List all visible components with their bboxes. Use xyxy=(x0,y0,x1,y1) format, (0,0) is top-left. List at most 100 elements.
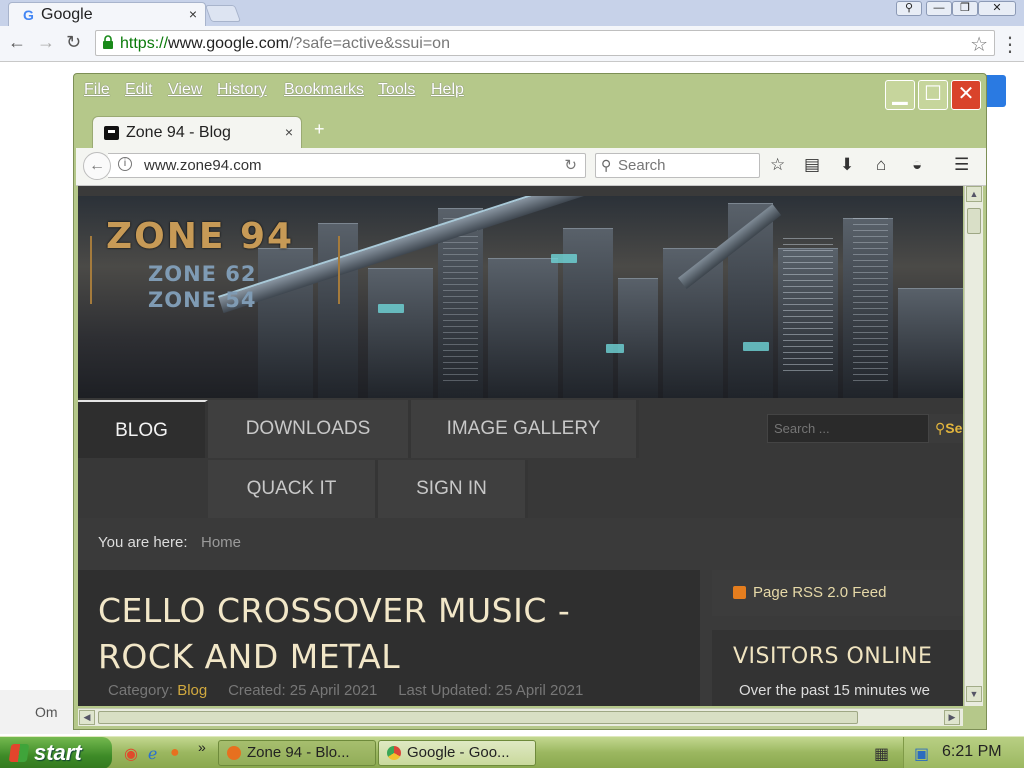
chrome-address-bar[interactable]: https://www.google.com/?safe=active&ssui… xyxy=(95,30,995,56)
bookmark-star-icon[interactable]: ☆ xyxy=(970,32,988,57)
scroll-down-arrow-icon[interactable]: ▼ xyxy=(966,686,982,702)
menu-edit[interactable]: Edit xyxy=(125,81,153,99)
firefox-search-box[interactable]: ⚲ xyxy=(595,153,760,178)
site-logo[interactable]: ZONE 94 xyxy=(106,216,294,257)
info-icon[interactable]: i xyxy=(118,157,132,171)
site-banner: ZONE 94 ZONE 62 ZONE 54 xyxy=(78,196,963,398)
site-search-input[interactable] xyxy=(768,415,928,442)
scroll-up-arrow-icon[interactable]: ▲ xyxy=(966,186,982,202)
firefox-url-text: www.zone94.com xyxy=(144,157,262,174)
start-button[interactable]: start xyxy=(0,737,112,768)
horizontal-scroll-thumb[interactable] xyxy=(98,711,858,724)
download-icon[interactable]: ⬇ xyxy=(840,155,854,175)
chrome-minimize-button[interactable]: — xyxy=(926,1,952,16)
menu-view[interactable]: View xyxy=(168,81,202,99)
ie-quicklaunch-icon[interactable]: ℯ xyxy=(148,744,157,764)
menu-help[interactable]: Help xyxy=(431,81,464,99)
nav-quack-it[interactable]: QUACK IT xyxy=(208,460,378,518)
google-favicon-icon: G xyxy=(23,7,34,23)
firefox-minimize-button[interactable]: ▁ xyxy=(885,80,915,110)
chrome-tab-title: Google xyxy=(41,6,93,23)
home-icon[interactable]: ⌂ xyxy=(876,155,886,175)
rss-feed-link[interactable]: Page RSS 2.0 Feed xyxy=(753,584,886,601)
firefox-search-input[interactable] xyxy=(618,156,756,175)
vertical-scrollbar[interactable]: ▲ ▼ xyxy=(964,186,983,706)
chrome-close-button[interactable]: ✕ xyxy=(978,1,1016,16)
firefox-tab-close-icon[interactable]: × xyxy=(285,124,293,140)
vertical-scroll-thumb[interactable] xyxy=(967,208,981,234)
pocket-icon[interactable]: ◒ xyxy=(912,155,922,175)
start-button-label: start xyxy=(34,740,82,765)
back-arrow-icon[interactable]: ← xyxy=(8,32,26,53)
hamburger-menu-icon[interactable]: ☰ xyxy=(954,155,969,175)
taskbar-item-label: Google - Goo... xyxy=(407,744,510,761)
scroll-left-arrow-icon[interactable]: ◀ xyxy=(79,710,95,725)
firefox-new-tab-button[interactable]: + xyxy=(314,119,325,140)
firefox-tab-zone94[interactable]: Zone 94 - Blog × xyxy=(92,116,302,150)
menu-bookmarks[interactable]: Bookmarks xyxy=(284,81,364,99)
site-search-box[interactable] xyxy=(767,414,929,443)
reload-icon[interactable]: ↻ xyxy=(564,156,577,174)
chrome-profile-icon[interactable]: ⚲ xyxy=(896,1,922,16)
nav-blog[interactable]: BLOG xyxy=(78,400,208,458)
menu-file[interactable]: File xyxy=(84,81,110,99)
site-search-button-label: Se xyxy=(945,420,963,436)
forward-arrow-icon[interactable]: → xyxy=(37,32,55,53)
menu-tools[interactable]: Tools xyxy=(378,81,415,99)
reading-list-icon[interactable]: ▤ xyxy=(804,155,820,175)
taskbar-item-firefox[interactable]: Zone 94 - Blo... xyxy=(218,740,376,766)
article-title[interactable]: CELLO CROSSOVER MUSIC - ROCK AND METAL xyxy=(98,588,658,680)
created-date: Created: 25 April 2021 xyxy=(228,682,378,699)
chrome-new-tab-button[interactable] xyxy=(204,5,242,22)
rss-icon xyxy=(733,586,746,599)
chrome-restore-button[interactable]: ❐ xyxy=(952,1,978,16)
breadcrumb: You are here: Home xyxy=(78,518,963,570)
google-footer: Om xyxy=(0,690,80,734)
zone94-favicon-icon xyxy=(104,126,119,140)
nav-sign-in[interactable]: SIGN IN xyxy=(378,460,528,518)
scroll-right-arrow-icon[interactable]: ▶ xyxy=(944,710,960,725)
taskbar-item-label: Zone 94 - Blo... xyxy=(247,744,350,761)
chrome-url-text: https://www.google.com/?safe=active&ssui… xyxy=(120,35,450,52)
quicklaunch-more-icon[interactable]: » xyxy=(198,739,206,755)
clock[interactable]: 6:21 PM xyxy=(942,743,1002,761)
google-signin-button-edge[interactable] xyxy=(986,75,1006,107)
site-search-button[interactable]: ⚲Se xyxy=(929,414,963,443)
network-icon[interactable]: ▣ xyxy=(914,744,929,764)
nav-downloads[interactable]: DOWNLOADS xyxy=(208,400,411,458)
firefox-url-bar[interactable]: i www.zone94.com ↻ xyxy=(108,153,586,178)
firefox-back-icon[interactable]: ← xyxy=(83,152,111,180)
taskbar-item-chrome[interactable]: Google - Goo... xyxy=(378,740,536,766)
reload-icon[interactable]: ↻ xyxy=(66,32,81,53)
article-meta: Category: Blog Created: 25 April 2021 La… xyxy=(108,682,583,699)
keyboard-icon[interactable]: ▦ xyxy=(874,744,889,764)
search-icon: ⚲ xyxy=(601,157,612,173)
site-logo-sub: ZONE 54 xyxy=(148,288,257,312)
firefox-quicklaunch-icon[interactable]: ● xyxy=(170,744,180,762)
menu-history[interactable]: History xyxy=(217,81,267,99)
google-footer-link[interactable]: Om xyxy=(35,704,58,720)
lock-icon xyxy=(103,35,113,49)
chrome-tab-google[interactable]: G Google × xyxy=(8,2,206,26)
firefox-close-button[interactable]: ✕ xyxy=(951,80,981,110)
visitors-online-box: VISITORS ONLINE Over the past 15 minutes… xyxy=(712,630,963,706)
breadcrumb-home-link[interactable]: Home xyxy=(201,534,241,551)
horizontal-scrollbar[interactable]: ◀ ▶ xyxy=(78,708,963,726)
firefox-menubar: File Edit View History Bookmarks Tools H… xyxy=(74,74,986,110)
chrome-quicklaunch-icon[interactable]: ◉ xyxy=(124,744,138,764)
category-link[interactable]: Blog xyxy=(177,682,207,699)
chrome-menu-icon[interactable]: ⋮ xyxy=(1000,32,1020,57)
firefox-window: File Edit View History Bookmarks Tools H… xyxy=(73,73,987,730)
updated-date: Last Updated: 25 April 2021 xyxy=(398,682,584,699)
site-logo-sub: ZONE 62 xyxy=(148,262,257,286)
bookmark-star-icon[interactable]: ☆ xyxy=(770,155,785,175)
rss-feed-box: Page RSS 2.0 Feed xyxy=(712,570,963,616)
page-viewport: ZONE 94 ZONE 62 ZONE 54 BLOG DOWNLOADS I… xyxy=(78,186,963,706)
nav-image-gallery[interactable]: IMAGE GALLERY xyxy=(411,400,639,458)
breadcrumb-label: You are here: xyxy=(98,534,188,551)
firefox-icon xyxy=(227,746,241,760)
chrome-tab-close-icon[interactable]: × xyxy=(189,6,197,22)
firefox-maximize-button[interactable]: ☐ xyxy=(918,80,948,110)
visitors-heading: VISITORS ONLINE xyxy=(733,644,933,669)
firefox-tab-title: Zone 94 - Blog xyxy=(126,124,231,141)
